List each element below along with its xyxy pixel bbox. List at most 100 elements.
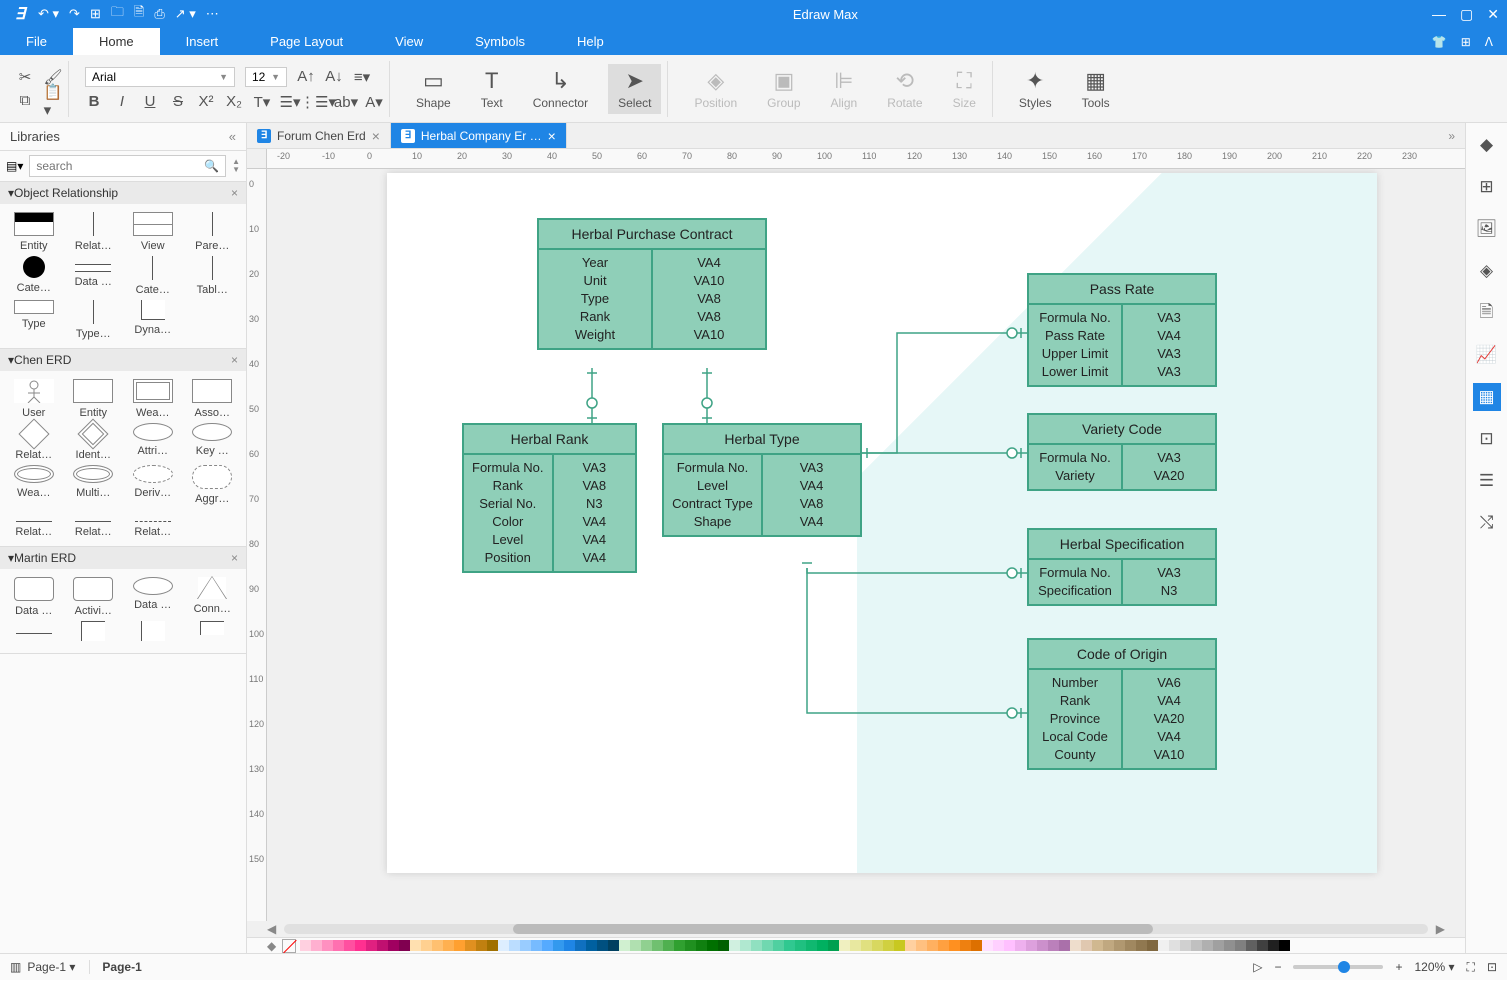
zoom-value[interactable]: 120% ▾ <box>1414 960 1454 974</box>
color-swatch[interactable] <box>1235 940 1246 951</box>
fit-page-icon[interactable]: ⛶ <box>1467 960 1475 975</box>
color-swatch[interactable] <box>1081 940 1092 951</box>
scroll-thumb[interactable] <box>513 924 1153 934</box>
color-swatch[interactable] <box>432 940 443 951</box>
color-swatch[interactable] <box>993 940 1004 951</box>
erd-herbal-type[interactable]: Herbal Type Formula No.LevelContract Typ… <box>662 423 862 537</box>
lib-item[interactable]: Data … <box>66 256 122 296</box>
color-swatch[interactable] <box>487 940 498 951</box>
lib-item[interactable]: Activi… <box>66 577 122 617</box>
lib-item[interactable]: Asso… <box>185 379 241 419</box>
color-swatch[interactable] <box>311 940 322 951</box>
color-swatch[interactable] <box>674 940 685 951</box>
lib-item[interactable] <box>185 621 241 645</box>
copy-icon[interactable]: ⧉ <box>16 92 34 110</box>
color-swatch[interactable] <box>608 940 619 951</box>
lib-item[interactable]: Tabl… <box>185 256 241 296</box>
save-icon[interactable]: 🗎 <box>134 3 144 25</box>
table-icon[interactable]: ▦ <box>1473 383 1501 411</box>
doc-tab[interactable]: ∃Herbal Company Er …× <box>391 123 567 148</box>
color-swatch[interactable] <box>1092 940 1103 951</box>
color-swatch[interactable] <box>1114 940 1125 951</box>
color-swatch[interactable] <box>1125 940 1136 951</box>
color-swatch[interactable] <box>872 940 883 951</box>
color-swatch[interactable] <box>685 940 696 951</box>
page-icon[interactable]: 🗎 <box>1473 299 1501 327</box>
color-swatch[interactable] <box>1257 940 1268 951</box>
color-swatch[interactable] <box>1246 940 1257 951</box>
theme-icon[interactable]: ⊞ <box>1473 173 1501 201</box>
subscript-icon[interactable]: X₂ <box>225 93 243 111</box>
font-shrink-icon[interactable]: A↓ <box>325 68 343 86</box>
lib-item[interactable]: Relat… <box>66 212 122 252</box>
close-section-icon[interactable]: × <box>231 551 238 565</box>
tshirt-icon[interactable]: 👕 <box>1432 35 1447 49</box>
color-swatch[interactable] <box>1147 940 1158 951</box>
lib-item[interactable] <box>66 621 122 645</box>
connector-tool[interactable]: ↳Connector <box>523 64 598 114</box>
lib-item[interactable]: Wea… <box>6 465 62 505</box>
color-swatch[interactable] <box>344 940 355 951</box>
color-swatch[interactable] <box>575 940 586 951</box>
color-swatch[interactable] <box>1169 940 1180 951</box>
color-swatch[interactable] <box>377 940 388 951</box>
color-swatch[interactable] <box>1103 940 1114 951</box>
menu-insert[interactable]: Insert <box>160 28 245 55</box>
select-tool[interactable]: ➤Select <box>608 64 661 114</box>
rotate-button[interactable]: ⟲Rotate <box>877 64 932 114</box>
close-icon[interactable]: ✕ <box>1487 6 1499 23</box>
lib-item[interactable]: User <box>6 379 62 419</box>
color-swatch[interactable] <box>927 940 938 951</box>
layers-icon[interactable]: ◈ <box>1473 257 1501 285</box>
lib-item[interactable]: Deriv… <box>125 465 181 505</box>
color-swatch[interactable] <box>960 940 971 951</box>
no-color-swatch[interactable] <box>282 939 296 953</box>
export-icon[interactable]: ↗ ▾ <box>175 6 196 22</box>
shuffle-icon[interactable]: ⤭ <box>1473 509 1501 537</box>
bold-icon[interactable]: B <box>85 93 103 111</box>
lib-item[interactable]: Entity <box>66 379 122 419</box>
color-swatch[interactable] <box>850 940 861 951</box>
shape-tool[interactable]: ▭Shape <box>406 64 461 114</box>
color-swatch[interactable] <box>553 940 564 951</box>
zoom-slider[interactable] <box>1293 965 1383 969</box>
text-case-icon[interactable]: T▾ <box>253 93 271 111</box>
font-select[interactable]: Arial▼ <box>85 67 235 87</box>
canvas[interactable]: Herbal Purchase Contract YearUnitTypeRan… <box>267 169 1465 921</box>
erd-herbal-purchase[interactable]: Herbal Purchase Contract YearUnitTypeRan… <box>537 218 767 350</box>
group-button[interactable]: ▣Group <box>757 64 810 114</box>
panel-collapse-icon[interactable]: » <box>1438 129 1465 143</box>
color-swatch[interactable] <box>520 940 531 951</box>
library-search-box[interactable]: 🔍 <box>29 155 226 177</box>
search-input[interactable] <box>36 159 204 173</box>
color-swatch[interactable] <box>839 940 850 951</box>
close-section-icon[interactable]: × <box>231 353 238 367</box>
erd-code-origin[interactable]: Code of Origin NumberRankProvinceLocal C… <box>1027 638 1217 770</box>
align-text-icon[interactable]: ≡▾ <box>353 68 371 86</box>
italic-icon[interactable]: I <box>113 93 131 111</box>
color-swatch[interactable] <box>355 940 366 951</box>
page[interactable]: Herbal Purchase Contract YearUnitTypeRan… <box>387 173 1377 873</box>
color-swatch[interactable] <box>1015 940 1026 951</box>
library-menu-icon[interactable]: ▤▾ <box>6 159 23 173</box>
color-swatch[interactable] <box>498 940 509 951</box>
color-swatch[interactable] <box>894 940 905 951</box>
color-swatch[interactable] <box>1279 940 1290 951</box>
color-swatch[interactable] <box>1037 940 1048 951</box>
page-outline-icon[interactable]: ▥ <box>10 960 21 974</box>
page-tab[interactable]: Page-1 <box>102 960 141 974</box>
outline-icon[interactable]: ☰ <box>1473 467 1501 495</box>
color-swatch[interactable] <box>443 940 454 951</box>
color-swatch[interactable] <box>531 940 542 951</box>
size-button[interactable]: ⛶Size <box>943 64 986 114</box>
color-swatch[interactable] <box>1158 940 1169 951</box>
font-size-select[interactable]: 12▼ <box>245 67 287 87</box>
color-swatch[interactable] <box>641 940 652 951</box>
color-swatch[interactable] <box>817 940 828 951</box>
color-swatch[interactable] <box>828 940 839 951</box>
color-swatch[interactable] <box>1180 940 1191 951</box>
lib-down-icon[interactable]: ▼ <box>232 166 240 174</box>
lib-item[interactable]: Cate… <box>6 256 62 296</box>
minimize-icon[interactable]: — <box>1432 6 1446 22</box>
open-icon[interactable]: 🗀 <box>111 3 124 25</box>
